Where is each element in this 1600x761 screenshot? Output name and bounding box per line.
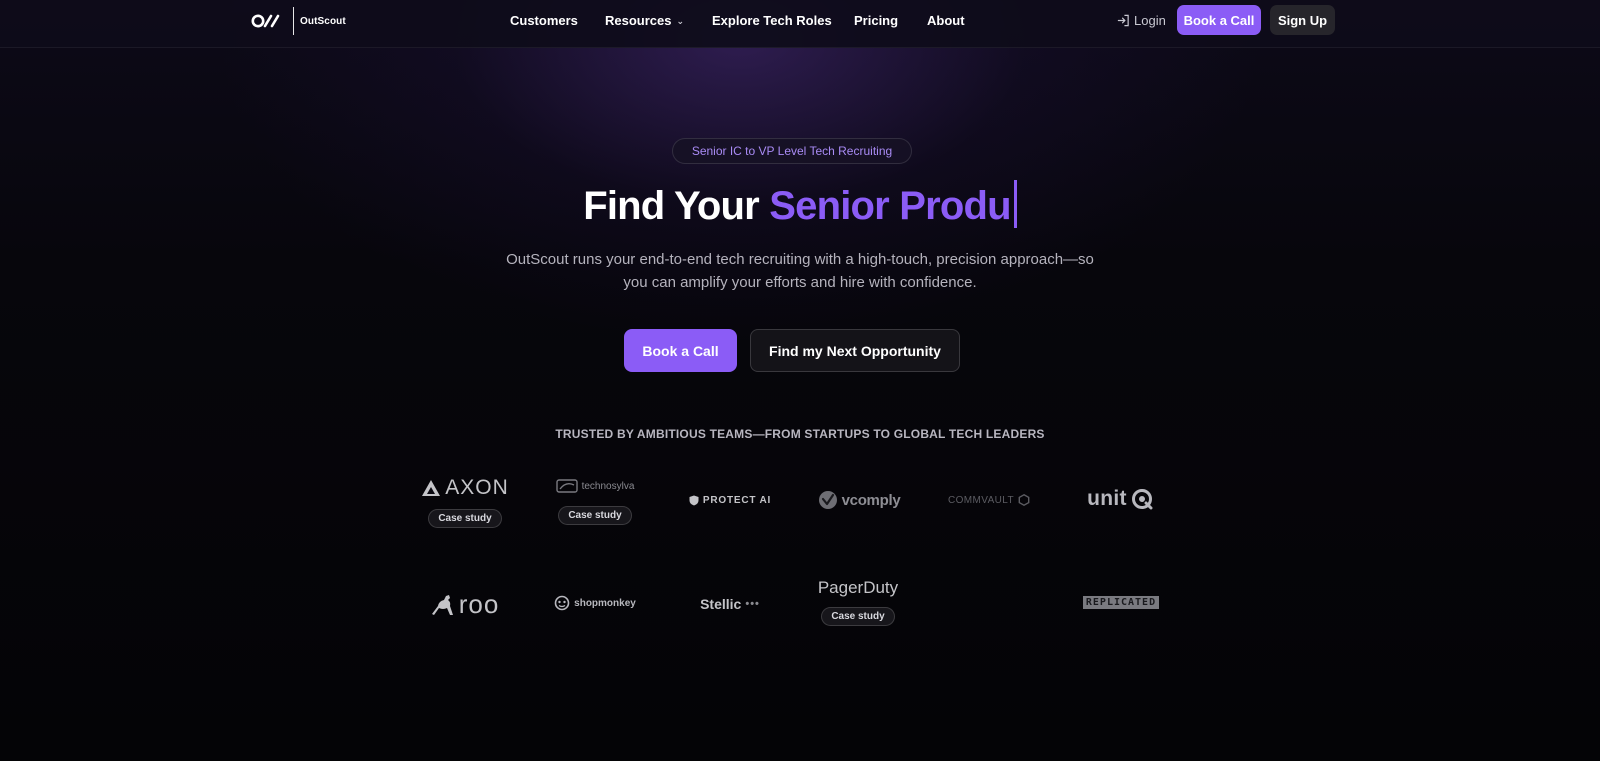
hero-eyebrow-badge: Senior IC to VP Level Tech Recruiting	[672, 138, 912, 164]
commvault-wordmark: COMMVAULT	[947, 494, 1014, 506]
logo-commvault: COMMVAULT	[944, 494, 1034, 506]
replicated-wordmark: REPLICATED	[1082, 596, 1160, 609]
nav-customers[interactable]: Customers	[510, 13, 578, 28]
axon-brand: AXON	[421, 476, 509, 500]
hero-subtext: OutScout runs your end-to-end tech recru…	[506, 251, 1094, 291]
nav-resources-label: Resources	[605, 13, 672, 28]
nav-pricing[interactable]: Pricing	[854, 13, 898, 28]
technosylva-wordmark: technosylva	[581, 480, 635, 492]
protect-ai-brand: PROTECT AI	[689, 495, 771, 506]
commvault-brand: COMMVAULT	[948, 494, 1030, 506]
logo-stellic: Stellic •••	[690, 596, 770, 612]
pagerduty-brand: PagerDuty	[818, 578, 898, 598]
headline-prefix: Find Your	[583, 184, 760, 228]
roo-brand: roo	[431, 589, 500, 620]
stellic-brand: Stellic •••	[700, 596, 760, 612]
stellic-dots-icon: •••	[745, 598, 760, 610]
shopmonkey-brand: shopmonkey	[554, 595, 636, 611]
trusted-heading: TRUSTED BY AMBITIOUS TEAMS—FROM STARTUPS…	[555, 427, 1045, 441]
stellic-wordmark: Stellic	[700, 596, 742, 612]
nav-sign-up-button[interactable]: Sign Up	[1270, 5, 1335, 35]
technosylva-brand: technosylva	[555, 478, 635, 494]
vcomply-wordmark: vcomply	[841, 491, 901, 509]
commvault-hex-icon	[1018, 494, 1030, 506]
logo-replicated: REPLICATED	[1076, 596, 1166, 609]
login-link[interactable]: Login	[1117, 13, 1166, 28]
top-nav: OutScout Customers Resources ⌄ Explore Te…	[0, 0, 1600, 48]
unit-brand: unit	[1087, 487, 1153, 511]
nav-links: Customers Resources ⌄ Explore Tech Roles …	[0, 0, 1600, 42]
login-label: Login	[1134, 13, 1166, 28]
find-next-opportunity-button[interactable]: Find my Next Opportunity	[750, 329, 960, 372]
logo-pagerduty: PagerDuty Case study	[808, 578, 908, 626]
vcomply-brand: vcomply	[818, 490, 901, 510]
nav-resources[interactable]: Resources ⌄	[605, 13, 684, 28]
case-study-badge[interactable]: Case study	[558, 506, 632, 525]
logo-technosylva: technosylva Case study	[552, 478, 638, 525]
shield-icon	[689, 495, 699, 506]
shopmonkey-wordmark: shopmonkey	[574, 597, 636, 609]
logo-roo: roo	[420, 589, 510, 620]
hero-headline: Find Your Senior Produ	[0, 180, 1600, 229]
pagerduty-wordmark: PagerDuty	[817, 578, 899, 597]
chevron-down-icon: ⌄	[676, 16, 685, 26]
axon-triangle-icon	[422, 480, 441, 496]
axon-wordmark: AXON	[445, 476, 509, 499]
case-study-badge[interactable]: Case study	[428, 509, 502, 528]
roo-wordmark: roo	[458, 589, 500, 619]
nav-book-call-button[interactable]: Book a Call	[1177, 5, 1261, 35]
logo-protect-ai: PROTECT AI	[680, 495, 780, 506]
technosylva-mark-icon	[555, 479, 578, 493]
nav-about[interactable]: About	[927, 13, 965, 28]
protect-ai-wordmark: PROTECT AI	[702, 495, 772, 506]
unit-wordmark: unit	[1087, 487, 1127, 510]
vcomply-check-icon	[818, 491, 837, 509]
replicated-brand: REPLICATED	[1082, 596, 1160, 609]
hero-book-call-button[interactable]: Book a Call	[624, 329, 737, 372]
kangaroo-icon	[431, 594, 453, 615]
logo-vcomply: vcomply	[814, 490, 904, 510]
nav-explore-tech-roles[interactable]: Explore Tech Roles	[712, 13, 832, 28]
logo-shopmonkey: shopmonkey	[550, 595, 640, 611]
monkey-icon	[554, 595, 570, 611]
unit-q-icon	[1131, 489, 1153, 510]
typing-caret	[1013, 180, 1017, 228]
headline-typed-role: Senior Produ	[769, 184, 1011, 228]
login-icon	[1117, 14, 1129, 27]
logo-axon: AXON Case study	[422, 476, 508, 528]
page: OutScout Customers Resources ⌄ Explore Te…	[0, 0, 1600, 761]
logo-unit: unit	[1080, 487, 1160, 511]
case-study-badge[interactable]: Case study	[821, 607, 895, 626]
